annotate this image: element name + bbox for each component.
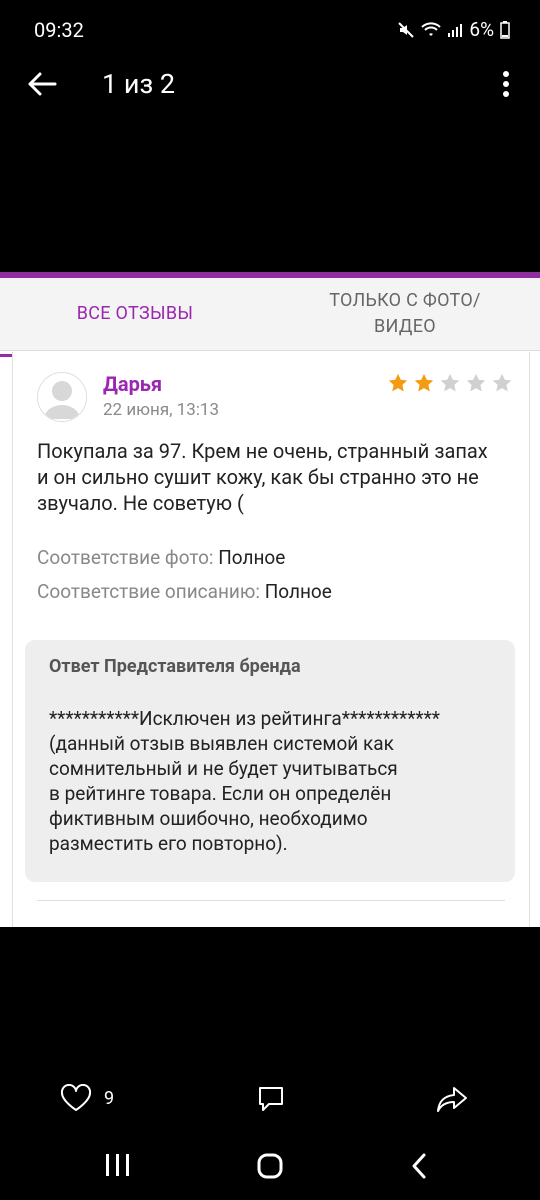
star-empty-icon — [492, 373, 512, 392]
nav-home-button[interactable] — [256, 1152, 284, 1184]
description-match-label: Соответствие описанию: — [37, 580, 260, 603]
back-button[interactable] — [22, 64, 62, 104]
tab-photo-video-label: ТОЛЬКО С ФОТО/ ВИДЕО — [329, 290, 481, 337]
more-options-button[interactable] — [490, 64, 522, 104]
photo-match-value: Полное — [218, 546, 286, 569]
more-vertical-icon — [503, 71, 509, 97]
star-filled-icon — [388, 373, 408, 392]
share-button[interactable] — [436, 1084, 468, 1118]
review-screenshot: ВСЕ ОТЗЫВЫ ТОЛЬКО С ФОТО/ ВИДЕО Дарья 22… — [0, 272, 540, 927]
rating-stars — [387, 372, 513, 394]
comment-button[interactable] — [256, 1084, 286, 1118]
review-author: Дарья — [103, 372, 163, 396]
tab-photo-video[interactable]: ТОЛЬКО С ФОТО/ ВИДЕО — [270, 278, 540, 350]
heart-icon — [60, 1084, 92, 1111]
share-icon — [437, 1087, 467, 1112]
review-tabs: ВСЕ ОТЗЫВЫ ТОЛЬКО С ФОТО/ ВИДЕО — [0, 278, 540, 357]
review-card: Дарья 22 июня, 13:13 Покупала за 97. Кре… — [12, 352, 530, 927]
avatar — [37, 372, 87, 422]
status-icons: 6% — [397, 18, 510, 41]
review-date: 22 июня, 13:13 — [103, 400, 220, 420]
viewer-title: 1 из 2 — [102, 68, 176, 100]
star-empty-icon — [466, 373, 486, 392]
mute-icon — [398, 21, 415, 38]
photo-match: Соответствие фото: Полное — [37, 546, 285, 569]
nav-back-button[interactable] — [408, 1152, 432, 1184]
description-match-value: Полное — [264, 580, 332, 603]
arrow-left-icon — [28, 72, 57, 96]
chevron-left-icon — [412, 1153, 426, 1179]
recents-icon — [106, 1154, 129, 1176]
nav-recents-button[interactable] — [104, 1152, 132, 1182]
brand-reply-title: Ответ Представителя бренда — [49, 656, 301, 677]
description-match: Соответствие описанию: Полное — [37, 580, 332, 603]
photo-match-label: Соответствие фото: — [37, 546, 214, 569]
home-icon — [257, 1153, 283, 1179]
review-text: Покупала за 97. Крем не очень, странный … — [37, 439, 488, 515]
star-filled-icon — [414, 373, 434, 392]
tab-all-reviews[interactable]: ВСЕ ОТЗЫВЫ — [0, 278, 270, 350]
brand-reply-text: ***********Исключен из рейтинга*********… — [49, 707, 440, 855]
comment-icon — [259, 1087, 283, 1111]
divider — [37, 900, 505, 901]
battery-percent: 6% — [469, 18, 494, 41]
star-empty-icon — [440, 373, 460, 392]
signal-icon — [448, 23, 463, 37]
wifi-icon — [421, 21, 442, 36]
like-count: 9 — [104, 1087, 115, 1109]
status-time: 09:32 — [34, 18, 84, 42]
battery-icon — [500, 20, 510, 39]
user-placeholder-icon — [38, 373, 86, 421]
like-button[interactable]: 9 — [60, 1084, 114, 1112]
brand-reply: Ответ Представителя бренда ***********Ис… — [25, 640, 515, 882]
